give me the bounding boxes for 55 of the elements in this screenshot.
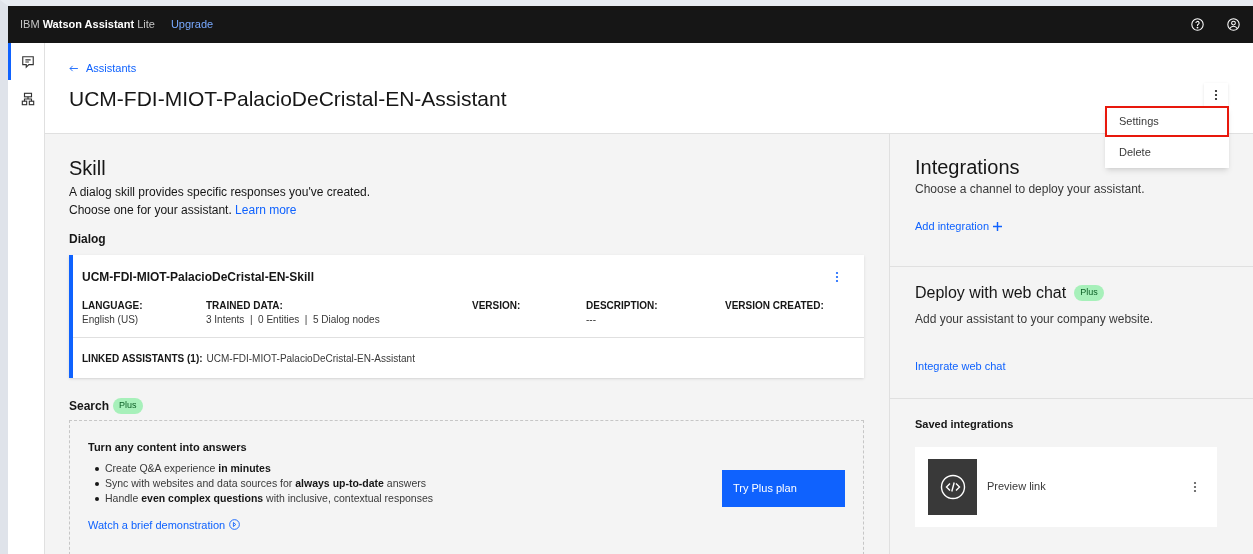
field-label: LANGUAGE: <box>82 299 143 313</box>
integration-tile[interactable]: Preview link <box>915 446 1217 527</box>
menu-item[interactable]: Settings <box>1105 106 1229 137</box>
user-icon[interactable] <box>1227 18 1240 31</box>
field-value: English (US) <box>82 313 139 327</box>
page-title: UCM-FDI-MIOT-PalacioDeCristal-EN-Assistant <box>69 85 507 112</box>
back-arrow-icon <box>69 64 78 72</box>
promo-bullet: Create Q&A experience in minutes <box>105 461 271 477</box>
promo-heading: Turn any content into answers <box>88 440 247 455</box>
plus-icon <box>993 221 1002 231</box>
field-label: VERSION: <box>472 299 521 313</box>
help-icon[interactable] <box>1191 18 1204 31</box>
upgrade-link[interactable]: Upgrade <box>170 16 214 33</box>
learn-more-link[interactable]: Learn more <box>235 203 297 217</box>
chat-icon[interactable] <box>20 54 35 69</box>
field-label: DESCRIPTION: <box>586 299 658 313</box>
skill-name: UCM-FDI-MIOT-PalacioDeCristal-EN-Skill <box>82 269 315 286</box>
section-description: Choose a channel to deploy your assistant. <box>915 181 1146 198</box>
flow-icon[interactable] <box>20 91 35 106</box>
overflow-button[interactable] <box>1204 83 1228 106</box>
bullet-icon <box>95 497 99 501</box>
plus-badge: Plus <box>1074 285 1104 301</box>
add-integration-link[interactable]: Add integration <box>915 218 1002 235</box>
overflow-icon[interactable] <box>1214 88 1218 101</box>
integration-name: Preview link <box>987 479 1047 495</box>
section-description: A dialog skill provides specific responses you've created. <box>69 184 372 201</box>
field-label: VERSION CREATED: <box>725 299 824 313</box>
back-link[interactable]: Assistants <box>69 60 137 77</box>
play-icon <box>229 519 241 531</box>
section-title: Deploy with web chat <box>915 283 1067 303</box>
field-value: --- <box>586 313 596 327</box>
try-plus-button[interactable]: Try Plus plan <box>722 470 845 507</box>
linked-assistants-label: LINKED ASSISTANTS (1): <box>82 351 203 366</box>
field-value: 3 Intents | 0 Entities | 5 Dialog nodes <box>206 313 380 327</box>
watch-demo-link[interactable]: Watch a brief demonstration <box>88 516 241 533</box>
promo-bullet: Sync with websites and data sources for always up-to-date answers <box>105 476 426 492</box>
code-icon <box>928 458 977 515</box>
subsection-title: Search <box>69 398 110 415</box>
section-description: Add your assistant to your company website. <box>915 311 1155 328</box>
linked-assistant: UCM-FDI-MIOT-PalacioDeCristal-EN-Assistant <box>206 351 415 366</box>
product-name[interactable]: IBM Watson Assistant Lite <box>20 16 155 33</box>
skill-card[interactable] <box>69 255 864 378</box>
integrate-web-chat-link[interactable]: Integrate web chat <box>915 358 1006 375</box>
menu-item[interactable]: Delete <box>1105 137 1229 168</box>
bullet-icon <box>95 482 99 486</box>
field-label: TRAINED DATA: <box>206 299 283 313</box>
promo-bullet: Handle even complex questions with inclusive, contextual responses <box>105 491 433 507</box>
overflow-icon[interactable] <box>1193 480 1197 493</box>
subsection-title: Saved integrations <box>915 417 1014 432</box>
bullet-icon <box>95 467 99 471</box>
subsection-title: Dialog <box>69 231 106 248</box>
section-description: Choose one for your assistant. <box>69 203 232 217</box>
section-title: Skill <box>69 156 107 181</box>
plus-badge: Plus <box>113 398 143 414</box>
section-title: Integrations <box>915 155 1021 180</box>
